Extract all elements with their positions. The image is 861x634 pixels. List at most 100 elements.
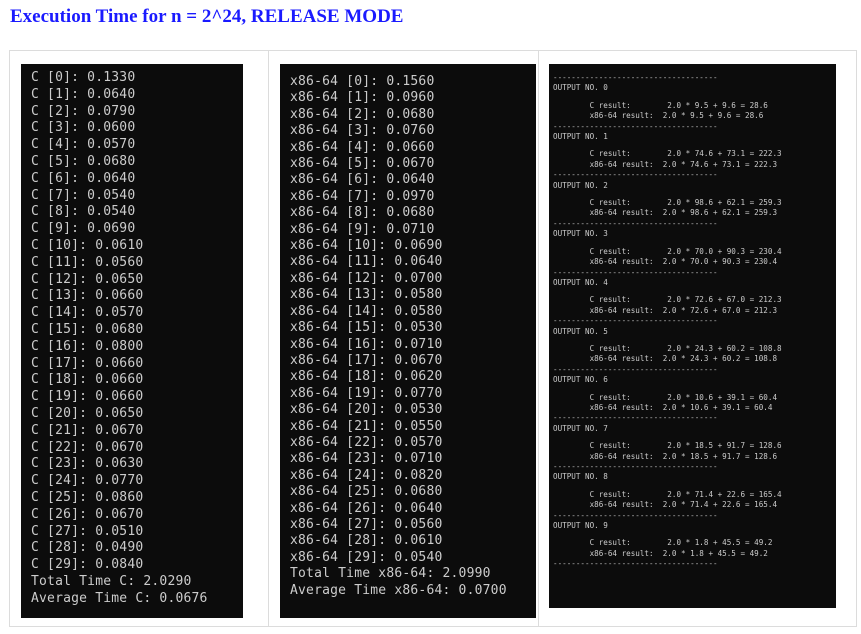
console-line: x86-64 [15]: 0.0530 [290, 320, 443, 336]
separator-line: ------------------------------------ [553, 170, 718, 180]
output-header: OUTPUT NO. 9 [553, 521, 608, 531]
console-line: C [29]: 0.0840 [31, 557, 144, 573]
console-line: C [11]: 0.0560 [31, 254, 144, 270]
console-line: C [28]: 0.0490 [31, 540, 144, 556]
x86-timing-console: x86-64 [0]: 0.1560 x86-64 [1]: 0.0960 x8… [280, 64, 536, 618]
console-line: C [14]: 0.0570 [31, 305, 144, 321]
console-line: C [6]: 0.0640 [31, 170, 136, 186]
separator-line: ------------------------------------ [553, 316, 718, 326]
c-result-line: C result: 2.0 * 71.4 + 22.6 = 165.4 [553, 489, 782, 499]
x86-result-line: x86-64 result: 2.0 * 70.0 + 90.3 = 230.4 [553, 257, 778, 267]
console-line: C [7]: 0.0540 [31, 187, 136, 203]
separator-line: ------------------------------------ [553, 73, 718, 82]
console-line: x86-64 [17]: 0.0670 [290, 352, 443, 368]
console-line: C [27]: 0.0510 [31, 523, 144, 539]
top-spacer [553, 64, 836, 73]
console-line: C [20]: 0.0650 [31, 405, 144, 421]
console-line: x86-64 [5]: 0.0670 [290, 156, 435, 172]
x86-result-line: x86-64 result: 2.0 * 9.5 + 9.6 = 28.6 [553, 111, 764, 121]
console-line: x86-64 [7]: 0.0970 [290, 188, 435, 204]
console-line: C [23]: 0.0630 [31, 456, 144, 472]
console-line: C [26]: 0.0670 [31, 506, 144, 522]
output-check-console: ------------------------------------ OUTP… [549, 64, 836, 608]
console-line: C [22]: 0.0670 [31, 439, 144, 455]
console-line: C [24]: 0.0770 [31, 473, 144, 489]
x86-result-line: x86-64 result: 2.0 * 72.6 + 67.0 = 212.3 [553, 305, 778, 315]
output-header: OUTPUT NO. 4 [553, 277, 608, 287]
console-line: x86-64 [28]: 0.0610 [290, 533, 443, 549]
average-time-line: Average Time x86-64: 0.0700 [290, 582, 507, 598]
console-line: x86-64 [22]: 0.0570 [290, 434, 443, 450]
separator-line: ------------------------------------ [553, 218, 718, 228]
output-header: OUTPUT NO. 3 [553, 229, 608, 239]
separator-line: ------------------------------------ [553, 510, 718, 520]
console-line: C [13]: 0.0660 [31, 288, 144, 304]
console-line: x86-64 [21]: 0.0550 [290, 418, 443, 434]
console-line: x86-64 [1]: 0.0960 [290, 90, 435, 106]
console-line: x86-64 [2]: 0.0680 [290, 106, 435, 122]
page-title: Execution Time for n = 2^24, RELEASE MOD… [10, 6, 404, 27]
console-line: x86-64 [18]: 0.0620 [290, 369, 443, 385]
c-timing-console: C [0]: 0.1330 C [1]: 0.0640 C [2]: 0.079… [21, 64, 243, 618]
column-divider [268, 51, 269, 626]
console-line: C [15]: 0.0680 [31, 321, 144, 337]
console-line: x86-64 [19]: 0.0770 [290, 385, 443, 401]
console-line: C [17]: 0.0660 [31, 355, 144, 371]
c-result-line: C result: 2.0 * 10.6 + 39.1 = 60.4 [553, 392, 778, 402]
output-header: OUTPUT NO. 0 [553, 83, 608, 93]
x86-result-line: x86-64 result: 2.0 * 18.5 + 91.7 = 128.6 [553, 451, 778, 461]
c-result-line: C result: 2.0 * 1.8 + 45.5 = 49.2 [553, 538, 773, 548]
c-result-line: C result: 2.0 * 9.5 + 9.6 = 28.6 [553, 100, 768, 110]
console-line: C [16]: 0.0800 [31, 338, 144, 354]
console-line: C [10]: 0.0610 [31, 237, 144, 253]
console-line: C [8]: 0.0540 [31, 204, 136, 220]
console-line: C [4]: 0.0570 [31, 137, 136, 153]
output-header: OUTPUT NO. 7 [553, 423, 608, 433]
console-line: C [9]: 0.0690 [31, 221, 136, 237]
c-result-line: C result: 2.0 * 98.6 + 62.1 = 259.3 [553, 198, 782, 208]
console-line: x86-64 [25]: 0.0680 [290, 484, 443, 500]
c-result-line: C result: 2.0 * 74.6 + 73.1 = 222.3 [553, 149, 782, 159]
console-line: C [19]: 0.0660 [31, 389, 144, 405]
x86-result-line: x86-64 result: 2.0 * 24.3 + 60.2 = 108.8 [553, 354, 778, 364]
separator-line: ------------------------------------ [553, 364, 718, 374]
console-line: x86-64 [27]: 0.0560 [290, 516, 443, 532]
console-line: x86-64 [23]: 0.0710 [290, 451, 443, 467]
console-line: x86-64 [9]: 0.0710 [290, 221, 435, 237]
c-result-line: C result: 2.0 * 72.6 + 67.0 = 212.3 [553, 295, 782, 305]
separator-line: ------------------------------------ [553, 413, 718, 423]
x86-result-line: x86-64 result: 2.0 * 10.6 + 39.1 = 60.4 [553, 402, 773, 412]
separator-line: ------------------------------------ [553, 559, 718, 569]
console-line: x86-64 [29]: 0.0540 [290, 549, 443, 565]
output-header: OUTPUT NO. 6 [553, 375, 608, 385]
output-header: OUTPUT NO. 8 [553, 472, 608, 482]
console-line: x86-64 [10]: 0.0690 [290, 238, 443, 254]
x86-result-line: x86-64 result: 2.0 * 98.6 + 62.1 = 259.3 [553, 208, 778, 218]
console-line: x86-64 [16]: 0.0710 [290, 336, 443, 352]
console-line: x86-64 [20]: 0.0530 [290, 402, 443, 418]
column-divider [538, 51, 539, 626]
console-line: C [2]: 0.0790 [31, 103, 136, 119]
separator-line: ------------------------------------ [553, 462, 718, 471]
x86-result-line: x86-64 result: 2.0 * 74.6 + 73.1 = 222.3 [553, 159, 778, 169]
console-line: x86-64 [13]: 0.0580 [290, 287, 443, 303]
console-line: x86-64 [11]: 0.0640 [290, 254, 443, 270]
console-line: x86-64 [8]: 0.0680 [290, 205, 435, 221]
console-line: x86-64 [6]: 0.0640 [290, 172, 435, 188]
output-header: OUTPUT NO. 1 [553, 132, 608, 142]
separator-line: ------------------------------------ [553, 121, 718, 131]
x86-result-line: x86-64 result: 2.0 * 1.8 + 45.5 = 49.2 [553, 548, 768, 558]
console-line: C [21]: 0.0670 [31, 422, 144, 438]
console-line: C [12]: 0.0650 [31, 271, 144, 287]
console-line: x86-64 [12]: 0.0700 [290, 270, 443, 286]
